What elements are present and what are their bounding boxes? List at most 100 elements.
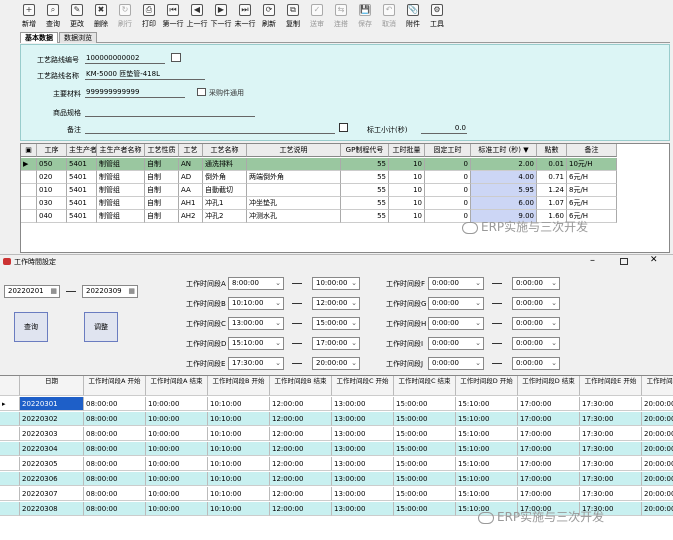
column-header[interactable]: 固定工时 — [425, 144, 471, 157]
table-cell[interactable]: 15:10:00 — [456, 472, 518, 486]
table-cell[interactable]: 6.00 — [471, 197, 537, 210]
table-cell[interactable]: 12:00:00 — [270, 457, 332, 471]
column-header[interactable]: 工时批量 — [389, 144, 425, 157]
toolbar-button-11[interactable]: ⧉ 复制 — [282, 2, 304, 32]
table-cell[interactable]: 10 — [389, 171, 425, 184]
table-cell[interactable]: 10 — [389, 210, 425, 223]
table-cell[interactable]: 10:00:00 — [146, 397, 208, 411]
table-row[interactable]: 20220303 08:00:00 10:00:00 10:10:00 12:00:00… — [0, 427, 673, 441]
table-cell[interactable]: 08:00:00 — [84, 487, 146, 501]
segment-end-select[interactable]: 20:00:00 ⌄ — [312, 357, 360, 370]
table-cell[interactable]: AD — [179, 171, 203, 184]
table-row[interactable]: 20220302 08:00:00 10:00:00 10:10:00 12:00:00… — [0, 412, 673, 426]
segment-end-select[interactable]: 0:00:00 ⌄ — [512, 277, 560, 290]
table-cell[interactable]: 08:00:00 — [84, 457, 146, 471]
table-cell[interactable]: 冲测水孔 — [247, 210, 341, 223]
table-cell[interactable]: 0 — [425, 197, 471, 210]
table-cell[interactable]: 20220302 — [20, 412, 84, 426]
table-cell[interactable]: 20:00:00 — [642, 442, 673, 456]
table-cell[interactable]: 10:10:00 — [208, 427, 270, 441]
toolbar-button-10[interactable]: ⟳ 刷新 — [258, 2, 280, 32]
segment-start-select[interactable]: 0:00:00 ⌄ — [428, 337, 484, 350]
table-cell[interactable]: 制管组 — [97, 197, 145, 210]
table-cell[interactable]: 15:00:00 — [394, 457, 456, 471]
route-name-field[interactable] — [85, 69, 205, 80]
segment-end-select[interactable]: 0:00:00 ⌄ — [512, 297, 560, 310]
table-cell[interactable]: 1.24 — [537, 184, 567, 197]
table-cell[interactable]: 17:30:00 — [580, 457, 642, 471]
table-cell[interactable]: 5401 — [67, 197, 97, 210]
column-header[interactable]: 工艺说明 — [247, 144, 341, 157]
close-button[interactable]: ✕ — [650, 255, 658, 265]
table-cell[interactable]: 55 — [341, 210, 389, 223]
table-cell[interactable]: 20:00:00 — [642, 412, 673, 426]
table-cell[interactable]: 5401 — [67, 171, 97, 184]
table-cell[interactable]: 55 — [341, 184, 389, 197]
table-cell[interactable]: 020 — [37, 171, 67, 184]
column-header[interactable]: 工作时间段C 结束 — [394, 376, 456, 396]
table-cell[interactable]: 12:00:00 — [270, 412, 332, 426]
date-from-picker[interactable]: 20220201 ▦ — [4, 285, 60, 298]
table-cell[interactable]: 040 — [37, 210, 67, 223]
lookup-icon[interactable] — [197, 88, 206, 96]
table-cell[interactable]: 55 — [341, 158, 389, 171]
table-cell[interactable]: 1.07 — [537, 197, 567, 210]
column-header[interactable]: 主生产者名称 — [97, 144, 145, 157]
toolbar-button-3[interactable]: ✖ 删除 — [90, 2, 112, 32]
table-cell[interactable]: 5401 — [67, 210, 97, 223]
toolbar-button-6[interactable]: ⏮ 第一行 — [162, 2, 184, 32]
table-cell[interactable]: 12:00:00 — [270, 487, 332, 501]
column-header[interactable]: 工艺性质 — [145, 144, 179, 157]
column-header[interactable]: 工作时间段A 开始 — [84, 376, 146, 396]
table-cell[interactable]: 08:00:00 — [84, 412, 146, 426]
table-cell[interactable]: 08:00:00 — [84, 472, 146, 486]
segment-start-select[interactable]: 10:10:00 ⌄ — [228, 297, 284, 310]
table-cell[interactable]: 15:10:00 — [456, 427, 518, 441]
table-cell[interactable]: 15:00:00 — [394, 442, 456, 456]
column-header[interactable]: 工作时间段D 开始 — [456, 376, 518, 396]
spec-field[interactable] — [85, 106, 255, 117]
table-cell[interactable]: 通洗排料 — [203, 158, 247, 171]
table-cell[interactable]: 17:00:00 — [518, 412, 580, 426]
column-header[interactable]: 工艺名称 — [203, 144, 247, 157]
table-cell[interactable] — [247, 184, 341, 197]
table-cell[interactable]: 5.95 — [471, 184, 537, 197]
table-cell[interactable]: 15:10:00 — [456, 487, 518, 501]
table-cell[interactable]: 10:00:00 — [146, 442, 208, 456]
table-cell[interactable]: 13:00:00 — [332, 427, 394, 441]
table-cell[interactable]: 自制 — [145, 171, 179, 184]
table-cell[interactable]: 17:30:00 — [580, 442, 642, 456]
table-row[interactable]: 20220306 08:00:00 10:00:00 10:10:00 12:00:00… — [0, 472, 673, 486]
table-cell[interactable]: 12:00:00 — [270, 397, 332, 411]
table-cell[interactable]: 10:10:00 — [208, 397, 270, 411]
table-cell[interactable]: 20220308 — [20, 502, 84, 516]
table-cell[interactable]: 12:00:00 — [270, 472, 332, 486]
table-cell[interactable]: 17:30:00 — [580, 397, 642, 411]
segment-start-select[interactable]: 0:00:00 ⌄ — [428, 277, 484, 290]
toolbar-button-13[interactable]: ⇆ 连搭 — [330, 2, 352, 32]
table-cell[interactable]: 10:10:00 — [208, 412, 270, 426]
table-cell[interactable]: 55 — [341, 171, 389, 184]
table-cell[interactable]: 17:30:00 — [580, 472, 642, 486]
table-cell[interactable]: 010 — [37, 184, 67, 197]
segment-start-select[interactable]: 17:30:00 ⌄ — [228, 357, 284, 370]
copy-icon[interactable] — [171, 53, 181, 62]
segment-end-select[interactable]: 10:00:00 ⌄ — [312, 277, 360, 290]
table-cell[interactable]: 17:00:00 — [518, 442, 580, 456]
toolbar-button-5[interactable]: ⎙ 打印 — [138, 2, 160, 32]
table-cell[interactable]: 20:00:00 — [642, 457, 673, 471]
minimize-button[interactable]: – — [590, 255, 595, 266]
toolbar-button-15[interactable]: ↶ 取消 — [378, 2, 400, 32]
table-cell[interactable]: 20220306 — [20, 472, 84, 486]
table-row[interactable]: 20220307 08:00:00 10:00:00 10:10:00 12:00:00… — [0, 487, 673, 501]
toolbar-button-8[interactable]: ▶ 下一行 — [210, 2, 232, 32]
table-cell[interactable]: 15:10:00 — [456, 457, 518, 471]
column-header[interactable]: 日期 — [20, 376, 84, 396]
column-header[interactable]: 主生产者 — [67, 144, 97, 157]
grid-icon[interactable] — [339, 123, 348, 132]
table-cell[interactable]: 20220307 — [20, 487, 84, 501]
table-cell[interactable]: 10:10:00 — [208, 472, 270, 486]
segment-start-select[interactable]: 0:00:00 ⌄ — [428, 357, 484, 370]
table-cell[interactable]: 自制 — [145, 197, 179, 210]
table-row[interactable]: ▸ 20220301 08:00:00 10:00:00 10:10:00 12:00:0… — [0, 397, 673, 411]
